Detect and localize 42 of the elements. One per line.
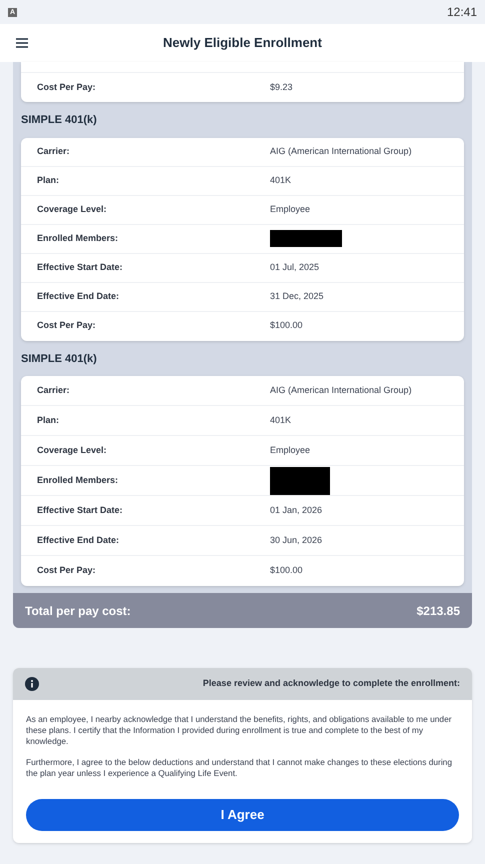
plan-title: SIMPLE 401(k) [21, 113, 98, 128]
field-label: Coverage Level: [37, 444, 108, 457]
plan-title: SIMPLE 401(k) [21, 352, 98, 366]
field-value: $9.23 [270, 80, 293, 94]
field-label: Cost Per Pay: [37, 319, 97, 332]
field-label: Effective End Date: [37, 290, 120, 303]
field-value: 30 Jun, 2026 [270, 534, 322, 547]
field-label: Coverage Level: [37, 202, 108, 216]
info-icon [25, 677, 39, 691]
field-label: Carrier: [37, 144, 71, 158]
field-label: Enrolled Members: [37, 232, 120, 245]
redaction-bar [270, 466, 330, 494]
field-label: Cost Per Pay: [37, 564, 97, 578]
acknowledgement-text: As an employee, I nearby acknowledge that I understand the benefits, rights, and obligations available to me under these plans. I certify that the Information I provided during enrollment is true and complete to the best of my knowledge. [26, 714, 453, 747]
total-value: $213.85 [416, 602, 460, 620]
field-value: $100.00 [270, 319, 303, 332]
field-value: 31 Dec, 2025 [270, 290, 324, 303]
agree-button[interactable]: I Agree [26, 799, 459, 831]
field-value: 01 Jul, 2025 [270, 260, 320, 274]
field-value: AIG (American International Group) [270, 144, 412, 158]
page-title: Newly Eligible Enrollment [162, 34, 323, 52]
acknowledgement-heading: Please review and acknowledge to complete the enrollment: [202, 677, 460, 690]
clock: 12:41 [446, 4, 477, 21]
field-value: $100.00 [270, 564, 303, 578]
field-value: Employee [270, 202, 310, 216]
acknowledgement-text: Furthermore, I agree to the below deductions and understand that I cannot make changes to these elections during the plan year unless I experience a Qualifying Life Event. [26, 757, 453, 779]
field-value: 401K [270, 174, 292, 187]
field-value: 01 Jan, 2026 [270, 504, 322, 517]
field-value: 401K [270, 414, 292, 427]
field-label: Effective End Date: [37, 534, 120, 547]
redaction-bar [270, 230, 342, 247]
field-label: Plan: [37, 414, 60, 427]
field-label: Enrolled Members: [37, 474, 120, 487]
menu-icon[interactable] [16, 38, 28, 48]
field-label: Effective Start Date: [37, 260, 124, 274]
field-label: Effective Start Date: [37, 504, 124, 517]
field-value: Employee [270, 444, 310, 457]
field-label: Cost Per Pay: [37, 80, 97, 94]
field-value: AIG (American International Group) [270, 384, 412, 397]
field-label: Carrier: [37, 384, 71, 397]
total-label: Total per pay cost: [25, 602, 131, 620]
field-label: Plan: [37, 174, 60, 187]
